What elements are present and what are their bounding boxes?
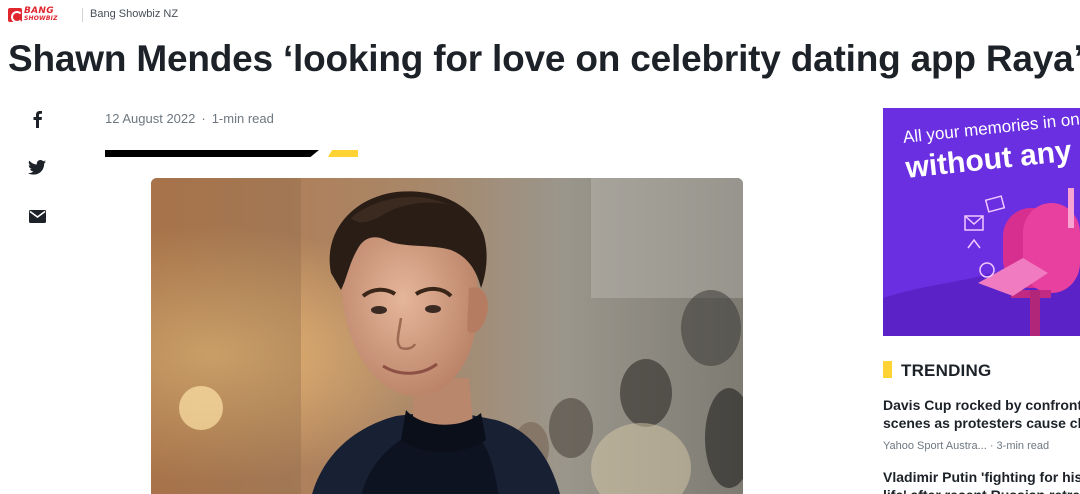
trending-story-source: Yahoo Sport Austra... <box>883 440 987 452</box>
publisher-name[interactable]: Bang Showbiz NZ <box>90 8 178 20</box>
trending-story[interactable]: Davis Cup rocked by confronting scenes a… <box>883 396 1080 452</box>
trending-story-title-line1[interactable]: Davis Cup rocked by confronting <box>883 396 1080 414</box>
logo-wordmark: BANG SHOWBIZ <box>24 6 58 23</box>
trending-story[interactable]: Vladimir Putin 'fighting for his life' a… <box>883 468 1080 494</box>
article-date: 12 August 2022 <box>105 111 196 126</box>
article-rule-black <box>105 150 319 157</box>
article-meta: 12 August 2022 · 1-min read <box>105 111 274 126</box>
twitter-share-button[interactable] <box>26 156 48 178</box>
trending-story-title-line1[interactable]: Vladimir Putin 'fighting for his <box>883 468 1080 486</box>
twitter-icon <box>28 159 46 175</box>
mail-icon <box>28 209 46 223</box>
advertisement[interactable]: All your memories in on without any l <box>883 108 1080 336</box>
facebook-icon <box>33 111 42 128</box>
bang-logo-icon <box>8 8 23 23</box>
bang-showbiz-logo[interactable]: BANG SHOWBIZ <box>8 7 76 23</box>
meta-separator: · <box>201 111 206 126</box>
header-divider <box>82 8 83 22</box>
shawn-mendes-photo <box>151 178 743 494</box>
meta-separator: · <box>989 440 994 452</box>
article-hero-image[interactable] <box>151 178 743 494</box>
article-headline: Shawn Mendes ‘looking for love on celebr… <box>8 38 1080 79</box>
trending-story-title-line2[interactable]: scenes as protesters cause chaos <box>883 414 1080 432</box>
trending-story-read-time: 3-min read <box>996 440 1050 452</box>
email-share-button[interactable] <box>26 205 48 227</box>
article-read-time: 1-min read <box>211 111 274 126</box>
trending-accent-bar <box>883 361 892 378</box>
trending-heading: TRENDING <box>901 361 992 380</box>
article-rule-yellow <box>328 150 358 157</box>
logo-text-top: BANG <box>24 6 54 16</box>
top-bar: BANG SHOWBIZ Bang Showbiz NZ <box>0 0 1080 30</box>
trending-story-meta: Yahoo Sport Austra... · 3-min read <box>883 440 1080 452</box>
logo-text-bottom: SHOWBIZ <box>24 15 58 22</box>
trending-story-title-line2[interactable]: life' after recent Russian retreat <box>883 486 1080 494</box>
facebook-share-button[interactable] <box>26 108 48 130</box>
